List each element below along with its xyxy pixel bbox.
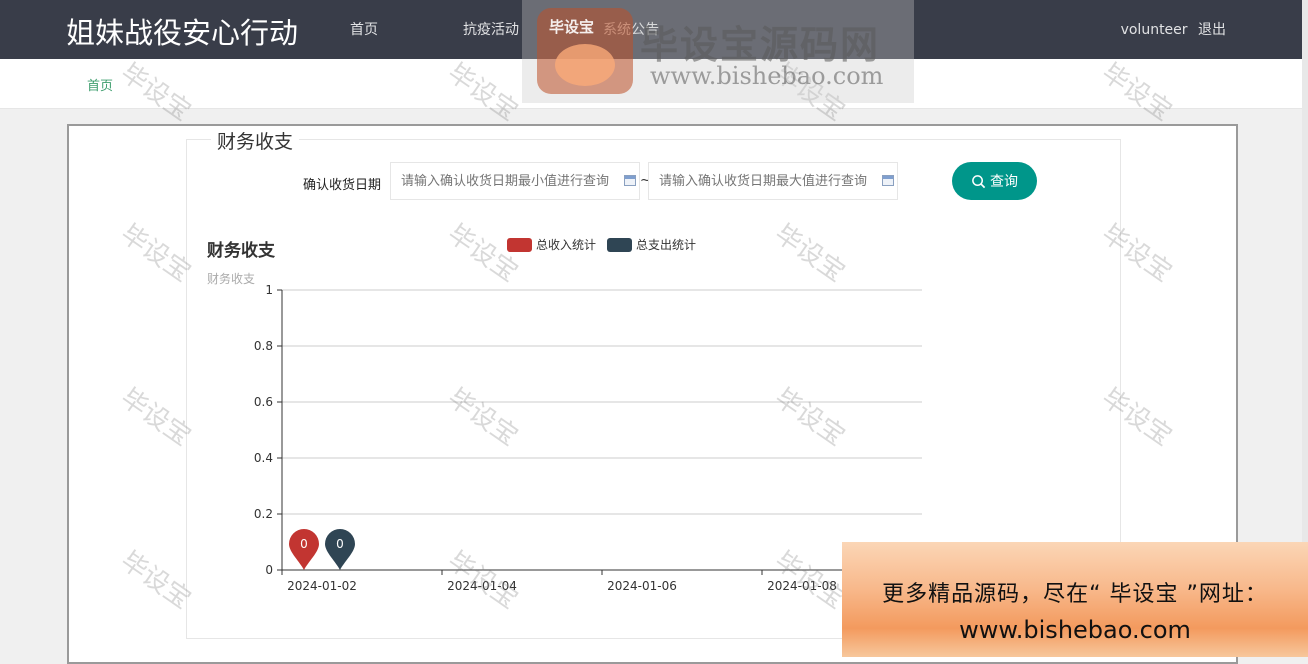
username-link[interactable]: volunteer [1121,22,1188,38]
legend-income[interactable]: 总收入统计 [507,236,596,253]
search-icon [972,174,986,188]
logo-url: www.bishebao.com [650,62,884,90]
legend-swatch-expense [607,237,632,252]
legend-expense-label: 总支出统计 [636,238,697,252]
app-brand: 姐妹战役安心行动 [66,16,299,50]
breadcrumb-home[interactable]: 首页 [87,75,113,94]
nav-home[interactable]: 首页 [350,19,378,39]
calendar-icon[interactable] [624,175,636,186]
logo-name: 毕设宝源码网 [640,23,881,67]
banner-line-1: 更多精品源码，尽在“ 毕设宝 ”网址： [882,582,1268,607]
nav-activities[interactable]: 抗疫活动 [463,19,519,39]
search-button[interactable]: 查询 [952,162,1037,200]
logout-link[interactable]: 退出 [1198,22,1226,38]
date-min-input[interactable] [390,162,640,200]
chart-title: 财务收支 [207,241,275,261]
legend-swatch-income [507,237,532,252]
logo-badge-icon: 毕设宝 [537,8,633,94]
legend-expense[interactable]: 总支出统计 [607,236,696,253]
panel-title: 财务收支 [211,127,300,154]
chart-subtitle: 财务收支 [207,272,256,286]
logo-badge-text: 毕设宝 [549,18,595,36]
promo-banner: 更多精品源码，尽在“ 毕设宝 ”网址： www.bishebao.com [842,542,1308,657]
date-max-input[interactable] [648,162,898,200]
logo-face-icon [555,44,615,86]
user-area: volunteer 退出 [1115,19,1226,39]
calendar-icon[interactable] [882,175,894,186]
legend-income-label: 总收入统计 [536,238,597,252]
date-filter-label: 确认收货日期 [303,178,382,193]
search-button-label: 查询 [990,174,1018,190]
banner-line-2: www.bishebao.com [959,616,1191,644]
